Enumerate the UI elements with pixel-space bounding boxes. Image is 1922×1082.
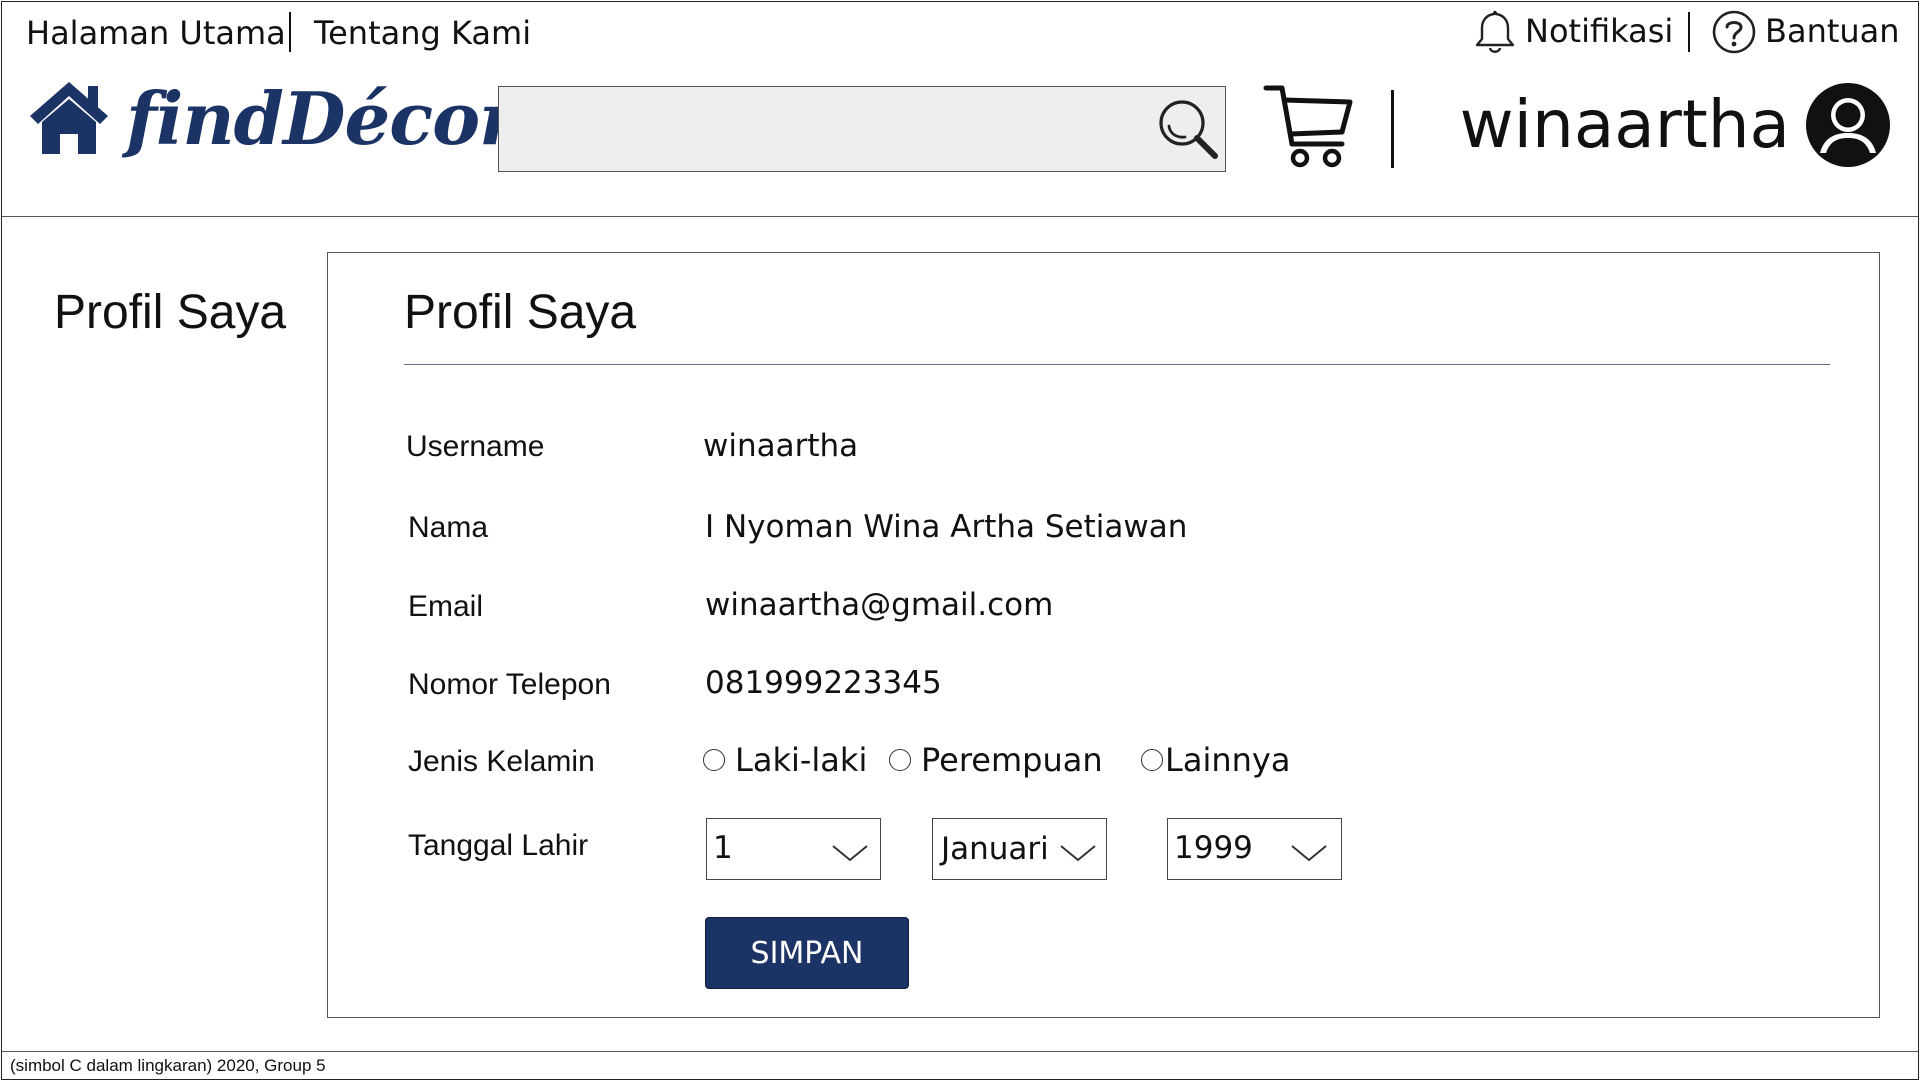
birthdate-label: Tanggal Lahir: [408, 829, 589, 862]
gender-label: Jenis Kelamin: [408, 745, 595, 778]
username-label: Username: [406, 430, 545, 463]
header-divider: [1391, 90, 1394, 168]
nav-divider: [1688, 12, 1690, 52]
footer-copyright: (simbol C dalam lingkaran) 2020, Group 5: [10, 1056, 326, 1075]
footer-divider: [1, 1051, 1919, 1052]
search-icon[interactable]: [1155, 96, 1221, 162]
radio-button[interactable]: [1141, 749, 1163, 771]
birth-day-value: 1: [713, 830, 733, 866]
birth-month-select[interactable]: Januari: [932, 818, 1107, 880]
birth-year-value: 1999: [1174, 830, 1253, 866]
brand-logo-text[interactable]: findDécor: [126, 76, 517, 161]
help-icon[interactable]: [1711, 9, 1757, 55]
header-username[interactable]: winaartha: [1460, 86, 1790, 163]
birth-day-select[interactable]: 1: [706, 818, 881, 880]
radio-label: Perempuan: [921, 741, 1103, 779]
sidebar-item-profile[interactable]: Profil Saya: [54, 285, 286, 340]
nav-link-home[interactable]: Halaman Utama: [26, 14, 286, 52]
save-button[interactable]: SIMPAN: [705, 917, 909, 989]
birth-month-value: Januari: [941, 831, 1049, 867]
email-value: winaartha@gmail.com: [705, 587, 1054, 623]
avatar-icon[interactable]: [1804, 81, 1892, 169]
phone-value: 081999223345: [705, 665, 942, 701]
page-title: Profil Saya: [404, 286, 637, 339]
chevron-down-icon: [1060, 845, 1096, 862]
nav-link-about[interactable]: Tentang Kami: [314, 14, 531, 52]
name-label: Nama: [408, 511, 489, 544]
gender-option-male[interactable]: Laki-laki: [703, 741, 867, 779]
search-input[interactable]: [498, 86, 1226, 172]
bell-icon[interactable]: [1472, 8, 1518, 56]
home-icon[interactable]: [28, 78, 110, 158]
radio-label: Laki-laki: [735, 741, 868, 779]
title-divider: [404, 364, 1830, 365]
birth-year-select[interactable]: 1999: [1167, 818, 1342, 880]
profile-card: [327, 252, 1880, 1018]
notifications-link[interactable]: Notifikasi: [1525, 12, 1673, 50]
gender-option-female[interactable]: Perempuan: [889, 741, 1103, 779]
cart-icon[interactable]: [1262, 82, 1358, 170]
name-value: I Nyoman Wina Artha Setiawan: [705, 509, 1188, 545]
nav-divider: [289, 12, 291, 52]
email-label: Email: [408, 590, 484, 623]
help-link[interactable]: Bantuan: [1765, 12, 1900, 50]
radio-label: Lainnya: [1165, 741, 1291, 779]
chevron-down-icon: [1291, 845, 1327, 862]
phone-label: Nomor Telepon: [408, 668, 611, 701]
radio-button[interactable]: [889, 749, 911, 771]
gender-option-other[interactable]: Lainnya: [1141, 741, 1290, 779]
username-value: winaartha: [703, 428, 859, 464]
radio-button[interactable]: [703, 749, 725, 771]
chevron-down-icon: [832, 845, 868, 862]
